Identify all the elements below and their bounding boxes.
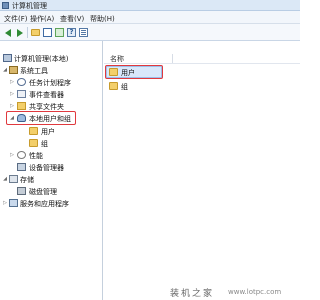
tree-item-label: 任务计划程序 xyxy=(29,79,71,87)
tree-item-system-tools[interactable]: ◢ 系统工具 xyxy=(0,65,103,76)
tree-item-label: 事件查看器 xyxy=(29,91,64,99)
refresh-icon xyxy=(55,28,64,37)
list-item-label: 用户 xyxy=(121,69,135,77)
tree-item-services-apps[interactable]: ▷ 服务和应用程序 xyxy=(0,198,103,209)
tree-item-users[interactable]: 用户 xyxy=(0,126,103,137)
expand-icon[interactable]: ▷ xyxy=(2,200,8,207)
tree-item-label: 用户 xyxy=(41,128,55,136)
expand-icon[interactable]: ▷ xyxy=(9,103,15,110)
back-button[interactable] xyxy=(3,27,14,38)
list-item[interactable]: 组 xyxy=(108,81,168,92)
forward-button[interactable] xyxy=(14,27,25,38)
event-log-icon xyxy=(17,90,26,98)
collapse-icon[interactable]: ◢ xyxy=(2,67,8,74)
tree-item-groups[interactable]: 组 xyxy=(0,138,103,149)
device-manager-icon xyxy=(17,163,26,171)
computer-icon xyxy=(3,54,12,62)
expand-icon[interactable]: ▷ xyxy=(9,91,15,98)
tree-item-label: 系统工具 xyxy=(20,67,48,75)
watermark: 装机之家 www.lotpc.com xyxy=(170,286,298,299)
toolbar: ? xyxy=(0,24,300,41)
column-separator[interactable] xyxy=(172,54,173,63)
services-icon xyxy=(9,199,18,207)
up-button[interactable] xyxy=(30,27,41,38)
toolbox-icon xyxy=(9,66,18,74)
menu-view[interactable]: 查看(V) xyxy=(60,14,84,24)
menu-help[interactable]: 帮助(H) xyxy=(90,14,115,24)
tree-item-label: 组 xyxy=(41,140,48,148)
users-icon xyxy=(17,114,26,122)
tree-item-label: 磁盘管理 xyxy=(29,188,57,196)
tree-item-performance[interactable]: ▷ 性能 xyxy=(0,150,103,161)
disk-icon xyxy=(17,187,26,195)
expand-icon[interactable]: ▷ xyxy=(9,79,15,86)
tree-item-label: 本地用户和组 xyxy=(29,115,71,123)
column-header-label: 名称 xyxy=(110,55,124,63)
forward-arrow-icon xyxy=(17,29,23,37)
expand-icon[interactable]: ▷ xyxy=(9,152,15,159)
console-tree: 计算机管理(本地) ◢ 系统工具 ▷ 任务计划程序 ▷ 事件查看器 ▷ 共享文件… xyxy=(0,41,103,300)
console-tree-icon xyxy=(43,28,52,37)
refresh-button[interactable] xyxy=(54,27,65,38)
help-button[interactable]: ? xyxy=(66,27,77,38)
folder-icon xyxy=(29,139,38,147)
tree-item-local-users-groups[interactable]: ◢ 本地用户和组 xyxy=(0,113,103,124)
collapse-icon[interactable]: ◢ xyxy=(2,176,8,183)
performance-icon xyxy=(17,151,26,159)
list-item[interactable]: 用户 xyxy=(108,67,168,78)
column-header-name[interactable]: 名称 xyxy=(104,53,300,64)
menu-file[interactable]: 文件(F) xyxy=(4,14,28,24)
title-bar: 计算机管理 xyxy=(0,0,300,11)
properties-grid-icon xyxy=(79,28,88,37)
tree-item-label: 性能 xyxy=(29,152,43,160)
clock-icon xyxy=(17,78,26,86)
folder-icon xyxy=(109,82,118,90)
details-pane: 名称 用户 组 xyxy=(104,41,300,300)
help-icon: ? xyxy=(67,28,76,37)
tree-item-task-scheduler[interactable]: ▷ 任务计划程序 xyxy=(0,77,103,88)
show-tree-button[interactable] xyxy=(42,27,53,38)
tree-item-storage[interactable]: ◢ 存储 xyxy=(0,174,103,185)
watermark-url: www.lotpc.com xyxy=(228,288,282,296)
properties-button[interactable] xyxy=(78,27,89,38)
tree-root-label: 计算机管理(本地) xyxy=(14,55,69,63)
tree-item-label: 设备管理器 xyxy=(29,164,64,172)
shared-folder-icon xyxy=(17,102,26,110)
folder-icon xyxy=(29,127,38,135)
tree-item-event-viewer[interactable]: ▷ 事件查看器 xyxy=(0,89,103,100)
tree-item-disk-management[interactable]: 磁盘管理 xyxy=(0,186,103,197)
list-item-label: 组 xyxy=(121,83,128,91)
tree-item-device-manager[interactable]: 设备管理器 xyxy=(0,162,103,173)
folder-icon xyxy=(109,68,118,76)
watermark-text: 装机之家 xyxy=(170,289,215,299)
collapse-icon[interactable]: ◢ xyxy=(9,115,15,122)
back-arrow-icon xyxy=(5,29,11,37)
tree-item-label: 存储 xyxy=(20,176,34,184)
storage-icon xyxy=(9,175,18,183)
tree-root[interactable]: 计算机管理(本地) xyxy=(0,53,103,64)
menu-action[interactable]: 操作(A) xyxy=(30,14,54,24)
up-folder-icon xyxy=(31,29,40,36)
computer-management-icon xyxy=(2,2,9,9)
menu-bar: 文件(F) 操作(A) 查看(V) 帮助(H) xyxy=(0,11,300,24)
tree-item-label: 服务和应用程序 xyxy=(20,200,69,208)
window-title: 计算机管理 xyxy=(12,2,47,10)
toolbar-separator xyxy=(27,27,28,38)
